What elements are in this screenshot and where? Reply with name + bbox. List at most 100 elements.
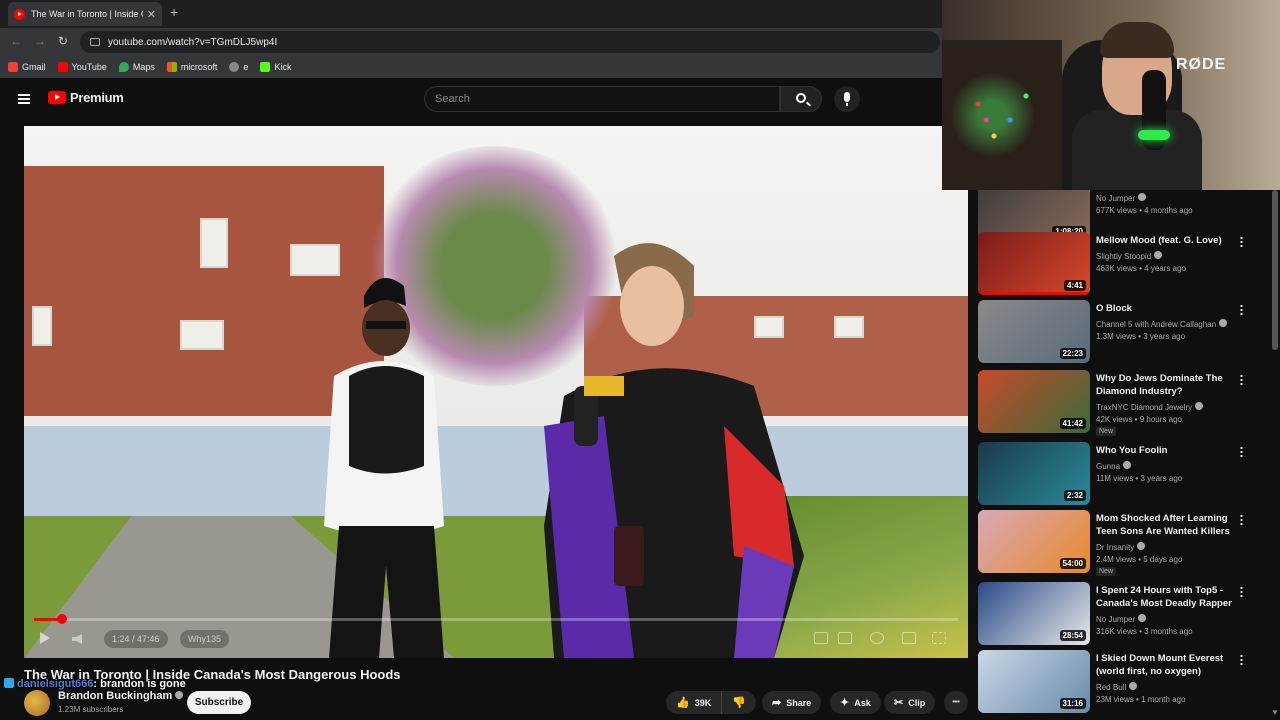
video-player[interactable]: 1:24 / 47:46 Why135: [24, 126, 968, 658]
autoplay-toggle-icon[interactable]: [814, 632, 828, 644]
thumbs-down-icon: 👎: [732, 697, 746, 709]
video-title-link[interactable]: I Skied Down Mount Everest (world first,…: [1096, 652, 1236, 678]
list-item[interactable]: 28:54 I Spent 24 Hours with Top5 - Canad…: [978, 582, 1258, 648]
video-title-link[interactable]: I Spent 24 Hours with Top5 - Canada's Mo…: [1096, 584, 1236, 610]
search-input[interactable]: Search: [424, 86, 780, 112]
bookmark-microsoft[interactable]: microsoft: [166, 62, 217, 72]
video-meta: 1.3M views • 3 years ago: [1096, 332, 1186, 341]
more-options-icon[interactable]: [1240, 514, 1243, 525]
dislike-button[interactable]: 👎: [722, 691, 756, 714]
site-info-icon[interactable]: [90, 38, 100, 46]
forward-icon[interactable]: →: [34, 34, 46, 48]
fullscreen-icon[interactable]: [932, 632, 946, 644]
miniplayer-icon[interactable]: [902, 632, 916, 644]
channel-label[interactable]: No Jumper: [1096, 193, 1147, 203]
bookmark-gmail[interactable]: Gmail: [8, 62, 46, 72]
microsoft-icon: [166, 62, 177, 72]
list-item[interactable]: 4:41 Mellow Mood (feat. G. Love) Slightl…: [978, 232, 1258, 298]
video-thumbnail[interactable]: 54:00: [978, 510, 1090, 573]
duration-badge: 22:23: [1059, 348, 1086, 359]
channel-label[interactable]: TraxNYC Diamond Jewelry: [1096, 402, 1204, 412]
progress-scrubber[interactable]: [56, 614, 67, 624]
sidebar-scrollbar[interactable]: [1272, 190, 1278, 350]
more-options-icon[interactable]: [1240, 446, 1243, 457]
maps-icon: [118, 62, 129, 72]
chapter-button[interactable]: Why135: [180, 630, 230, 648]
volume-icon[interactable]: [72, 634, 82, 644]
scissors-icon: ✂: [894, 697, 904, 709]
duration-badge: 31:16: [1059, 698, 1086, 709]
list-item[interactable]: 31:16 I Skied Down Mount Everest (world …: [978, 650, 1258, 716]
list-item[interactable]: 2:32 Who You Foolin Gunna 11M views • 3 …: [978, 442, 1258, 508]
reload-icon[interactable]: ↻: [58, 34, 68, 48]
bookmark-kick[interactable]: Kick: [260, 62, 291, 72]
channel-label[interactable]: No Jumper: [1096, 614, 1147, 624]
hamburger-menu-icon[interactable]: [18, 94, 30, 104]
more-options-icon[interactable]: [1240, 586, 1243, 597]
bookmark-youtube[interactable]: YouTube: [57, 62, 107, 72]
voice-search-button[interactable]: [834, 86, 860, 112]
youtube-logo[interactable]: Premium: [48, 90, 124, 105]
more-options-icon[interactable]: [1240, 374, 1243, 385]
time-display: 1:24 / 47:46: [104, 630, 168, 648]
url-field[interactable]: youtube.com/watch?v=TGmDLJ5wp4I: [80, 31, 940, 53]
subscribe-button[interactable]: Subscribe: [187, 691, 251, 714]
back-icon[interactable]: ←: [10, 34, 22, 48]
channel-label[interactable]: Red Bull: [1096, 682, 1138, 692]
brand-label: Premium: [70, 90, 124, 105]
channel-avatar[interactable]: [24, 690, 50, 716]
new-tab-button[interactable]: +: [170, 4, 178, 20]
bookmark-maps[interactable]: Maps: [118, 62, 155, 72]
channel-label[interactable]: Slightly Stoopid: [1096, 251, 1163, 261]
like-button[interactable]: 👍 39K: [666, 691, 723, 714]
more-actions-button[interactable]: •••: [944, 691, 968, 714]
search-button[interactable]: [780, 86, 822, 112]
sparkle-icon: ✦: [840, 697, 850, 709]
share-button[interactable]: ➦ Share: [762, 691, 822, 714]
mic-brand-label: RØDE: [1176, 56, 1227, 73]
list-item[interactable]: 22:23 O Block Channel 5 with Andrew Call…: [978, 300, 1258, 366]
more-options-icon[interactable]: [1240, 304, 1243, 315]
channel-label[interactable]: Gunna: [1096, 461, 1132, 471]
chat-username: danielsigut666: [17, 678, 94, 690]
list-item[interactable]: 41:42 Why Do Jews Dominate The Diamond I…: [978, 370, 1258, 436]
like-dislike-group: 👍 39K 👎: [666, 691, 756, 714]
video-thumbnail[interactable]: 28:54: [978, 582, 1090, 645]
video-thumbnail[interactable]: 22:23: [978, 300, 1090, 363]
tab-title: The War in Toronto | Inside Can: [31, 9, 143, 19]
video-title-link[interactable]: Mellow Mood (feat. G. Love): [1096, 234, 1236, 247]
video-thumbnail[interactable]: 31:16: [978, 650, 1090, 713]
settings-gear-icon[interactable]: [870, 632, 884, 644]
scroll-down-arrow-icon[interactable]: ▼: [1271, 708, 1279, 717]
chat-overlay-message: danielsigut666: brandon is gone: [4, 678, 186, 690]
more-options-icon[interactable]: [1240, 236, 1243, 247]
verified-icon: [1154, 251, 1163, 259]
video-meta: 463K views • 4 years ago: [1096, 264, 1186, 273]
video-frame-person-left: [324, 278, 444, 658]
ask-button[interactable]: ✦ Ask: [830, 691, 881, 714]
video-thumbnail[interactable]: 2:32: [978, 442, 1090, 505]
video-title-link[interactable]: O Block: [1096, 302, 1236, 315]
clip-button[interactable]: ✂ Clip: [884, 691, 936, 714]
captions-icon[interactable]: [838, 632, 852, 644]
channel-name[interactable]: Brandon Buckingham: [58, 690, 184, 702]
video-thumbnail[interactable]: 4:41: [978, 232, 1090, 295]
video-thumbnail[interactable]: 41:42: [978, 370, 1090, 433]
browser-tab[interactable]: The War in Toronto | Inside Can ✕: [8, 2, 162, 26]
duration-badge: 2:32: [1063, 490, 1086, 501]
play-icon[interactable]: [40, 632, 50, 644]
new-badge: New: [1096, 427, 1117, 436]
video-title-link[interactable]: Who You Foolin: [1096, 444, 1236, 457]
youtube-icon: [57, 62, 68, 72]
tab-close-icon[interactable]: ✕: [147, 8, 156, 21]
progress-bar[interactable]: [34, 614, 958, 624]
channel-label[interactable]: Channel 5 with Andrew Callaghan: [1096, 319, 1228, 329]
video-title-link[interactable]: Why Do Jews Dominate The Diamond Industr…: [1096, 372, 1236, 398]
duration-badge: 28:54: [1059, 630, 1086, 641]
new-badge: New: [1096, 567, 1117, 576]
channel-label[interactable]: Dr Insanity: [1096, 542, 1146, 552]
list-item[interactable]: 54:00 Mom Shocked After Learning Teen So…: [978, 510, 1258, 576]
more-options-icon[interactable]: [1240, 654, 1243, 665]
bookmark-e[interactable]: e: [229, 62, 248, 72]
video-title-link[interactable]: Mom Shocked After Learning Teen Sons Are…: [1096, 512, 1236, 538]
